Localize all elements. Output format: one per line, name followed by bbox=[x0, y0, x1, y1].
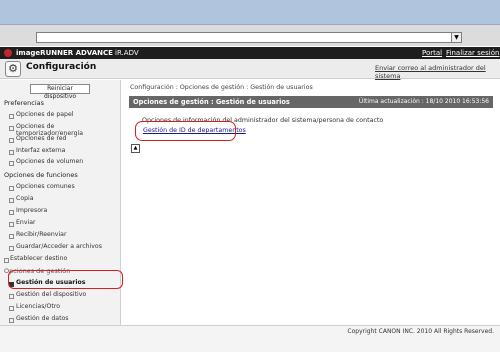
sidebar-item-device-management[interactable]: Gestión del dispositivo bbox=[8, 291, 86, 299]
sidebar-item-data-management[interactable]: Gestión de datos bbox=[9, 315, 69, 323]
copyright: Copyright CANON INC. 2010 All Rights Res… bbox=[347, 328, 494, 335]
page-titlebar: ⚙ Configuración Enviar correo al adminis… bbox=[0, 59, 500, 80]
gear-icon: ⚙ bbox=[5, 61, 21, 77]
section-title: Opciones de gestión : Gestión de usuario… bbox=[133, 98, 290, 106]
sidebar-item-copy[interactable]: Copia bbox=[9, 195, 34, 203]
sidebar-item-licenses[interactable]: Licencias/Otro bbox=[8, 303, 60, 311]
breadcrumb: Configuración : Opciones de gestión : Ge… bbox=[130, 84, 313, 91]
reset-device-button[interactable]: Reiniciar dispositivo bbox=[30, 84, 90, 100]
logout-link[interactable]: Finalizar sesión bbox=[446, 47, 499, 59]
page-title: Configuración bbox=[26, 62, 97, 72]
sidebar-item-receive[interactable]: Recibir/Reenviar bbox=[9, 231, 67, 239]
sidebar-item-interface[interactable]: Interfaz externa bbox=[8, 147, 65, 155]
brand-name: imageRUNNER ADVANCE bbox=[16, 49, 113, 57]
sidebar-item-printer[interactable]: Impresora bbox=[8, 207, 47, 215]
portal-link[interactable]: Portal bbox=[422, 47, 442, 59]
last-update: Última actualización : 18/10 2010 16:53:… bbox=[358, 98, 489, 105]
section-header: Opciones de gestión : Gestión de usuario… bbox=[129, 96, 493, 108]
highlight-department-link bbox=[135, 121, 236, 141]
sidebar-item-destination[interactable]: Establecer destino bbox=[3, 255, 67, 263]
back-to-top-icon[interactable]: ▲ bbox=[131, 144, 140, 153]
highlight-sidebar-selection bbox=[8, 270, 123, 289]
footer: Copyright CANON INC. 2010 All Rights Res… bbox=[0, 325, 500, 352]
sidebar-item-network[interactable]: Opciones de red bbox=[8, 135, 66, 143]
address-bar[interactable] bbox=[36, 32, 462, 43]
app-header: imageRUNNER ADVANCE iR.ADV Portal Finali… bbox=[0, 47, 500, 59]
sidebar-item-send[interactable]: Enviar bbox=[9, 219, 36, 227]
browser-toolbar bbox=[0, 0, 500, 25]
address-dropdown-icon[interactable]: ▼ bbox=[451, 32, 462, 43]
main-content: Configuración : Opciones de gestión : Ge… bbox=[125, 80, 497, 325]
sidebar-item-paper[interactable]: Opciones de papel bbox=[9, 111, 74, 119]
sidebar-section-preferences: Preferencias bbox=[4, 99, 45, 107]
device-name: iR.ADV bbox=[115, 49, 139, 57]
sidebar-section-functions: Opciones de funciones bbox=[4, 171, 78, 179]
sidebar-item-volume[interactable]: Opciones de volumen bbox=[8, 158, 83, 166]
email-admin-link[interactable]: Enviar correo al administrador del siste… bbox=[375, 64, 500, 80]
sidebar-item-store[interactable]: Guardar/Acceder a archivos bbox=[9, 243, 102, 251]
canon-logo-icon bbox=[4, 49, 12, 57]
browser-chrome: ▼ bbox=[0, 0, 500, 46]
sidebar-item-common[interactable]: Opciones comunes bbox=[9, 183, 75, 191]
